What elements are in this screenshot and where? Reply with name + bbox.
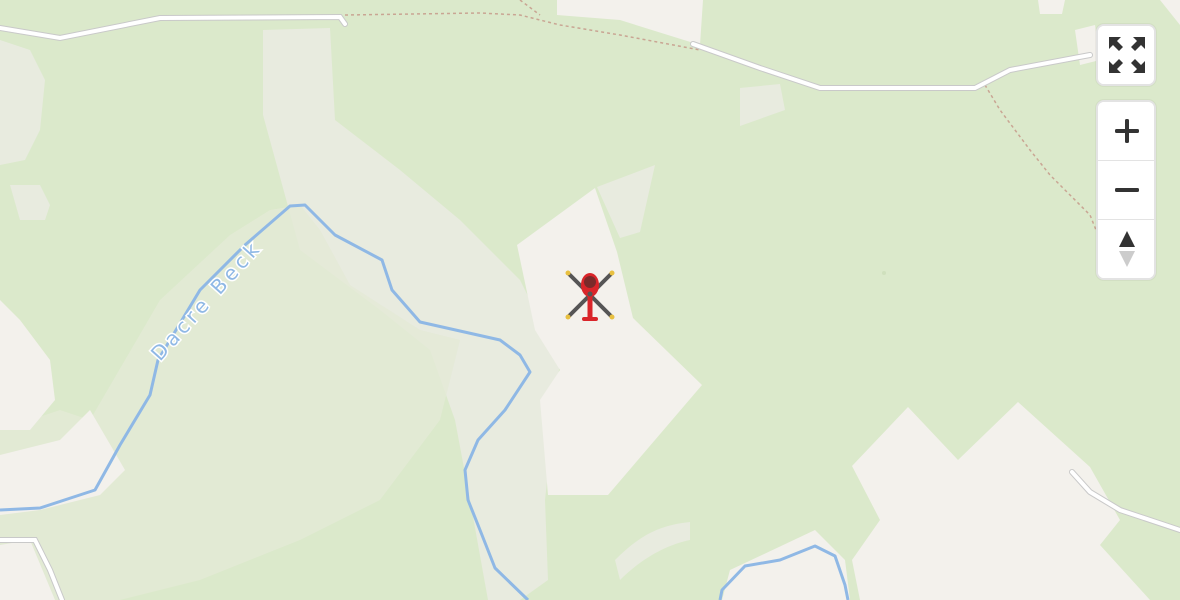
fullscreen-button[interactable] [1098, 26, 1154, 84]
map-dot [882, 271, 886, 275]
zoom-out-button[interactable] [1098, 160, 1154, 219]
map-canvas[interactable]: Dacre Beck [0, 0, 1180, 600]
minus-icon [1115, 188, 1139, 192]
zoom-control [1096, 100, 1156, 280]
clearing-small [1038, 0, 1065, 14]
plus-icon [1115, 119, 1139, 143]
fullscreen-control [1096, 24, 1156, 86]
map-controls [1096, 24, 1156, 280]
map-layer[interactable]: Dacre Beck [0, 0, 1180, 600]
compass-icon [1119, 231, 1135, 267]
fullscreen-icon [1109, 37, 1145, 73]
zoom-in-button[interactable] [1098, 102, 1154, 160]
compass-button[interactable] [1098, 219, 1154, 278]
